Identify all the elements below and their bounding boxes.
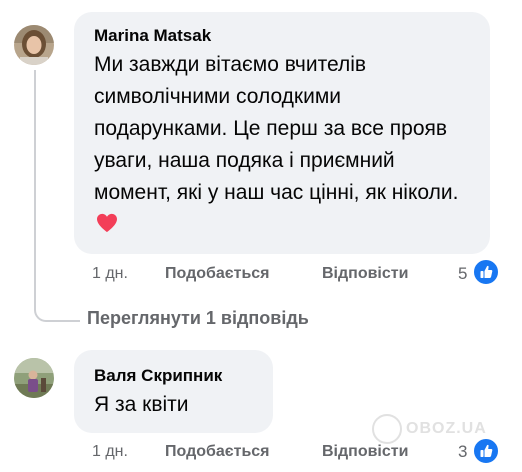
comment-author[interactable]: Marina Matsak: [94, 26, 211, 46]
reaction-count[interactable]: 5: [458, 264, 467, 284]
reply-button[interactable]: Відповісти: [322, 442, 408, 462]
comment-timestamp[interactable]: 1 дн.: [92, 264, 128, 284]
reaction-count[interactable]: 3: [458, 442, 467, 462]
comment-timestamp[interactable]: 1 дн.: [92, 442, 128, 462]
avatar[interactable]: [14, 25, 54, 65]
watermark-logo-icon: [372, 414, 402, 444]
watermark-text: OBOZ.UA: [406, 420, 487, 437]
comment-bubble: Валя Скрипник Я за квіти: [74, 350, 273, 433]
comment-text: Ми завжди вітаємо вчителів символічними …: [94, 49, 476, 243]
reply-button[interactable]: Відповісти: [322, 264, 408, 284]
avatar[interactable]: [14, 358, 54, 398]
avatar-photo: [14, 25, 54, 65]
like-thumb-icon[interactable]: [472, 258, 500, 286]
like-button[interactable]: Подобається: [165, 442, 270, 462]
comment-text: Я за квіти: [94, 393, 189, 416]
avatar-photo: [14, 358, 54, 398]
thread-line: [34, 70, 80, 322]
red-heart-icon: [96, 211, 118, 243]
comment-actions: 1 дн. Подобається Відповісти: [92, 264, 432, 284]
watermark: OBOZ.UA: [372, 414, 487, 444]
like-button[interactable]: Подобається: [165, 264, 270, 284]
comment-actions: 1 дн. Подобається Відповісти: [92, 442, 432, 462]
comment-bubble: Marina Matsak Ми завжди вітаємо вчителів…: [74, 12, 490, 254]
view-replies-link[interactable]: Переглянути 1 відповідь: [87, 308, 309, 329]
comment-text-body: Ми завжди вітаємо вчителів символічними …: [94, 53, 459, 204]
comment-author[interactable]: Валя Скрипник: [94, 366, 222, 386]
